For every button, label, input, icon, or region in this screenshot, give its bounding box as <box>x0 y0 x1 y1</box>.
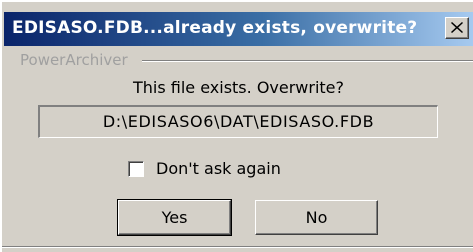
close-button[interactable] <box>445 17 469 39</box>
overwrite-dialog: EDISASO.FDB...already exists, overwrite?… <box>0 0 473 252</box>
overwrite-message: This file exists. Overwrite? <box>132 78 345 97</box>
group-divider <box>142 60 473 62</box>
yes-button[interactable]: Yes <box>117 199 232 236</box>
window-title: EDISASO.FDB...already exists, overwrite? <box>12 18 418 38</box>
bottom-divider <box>2 246 473 248</box>
no-button[interactable]: No <box>255 200 378 235</box>
dont-ask-again-label[interactable]: Don't ask again <box>156 159 281 178</box>
title-bar: EDISASO.FDB...already exists, overwrite? <box>4 12 473 46</box>
dont-ask-again-checkbox[interactable] <box>128 161 144 177</box>
group-label: PowerArchiver <box>20 51 128 69</box>
file-path-field: D:\EDISASO6\DAT\EDISASO.FDB <box>38 105 438 138</box>
close-icon <box>451 22 463 33</box>
